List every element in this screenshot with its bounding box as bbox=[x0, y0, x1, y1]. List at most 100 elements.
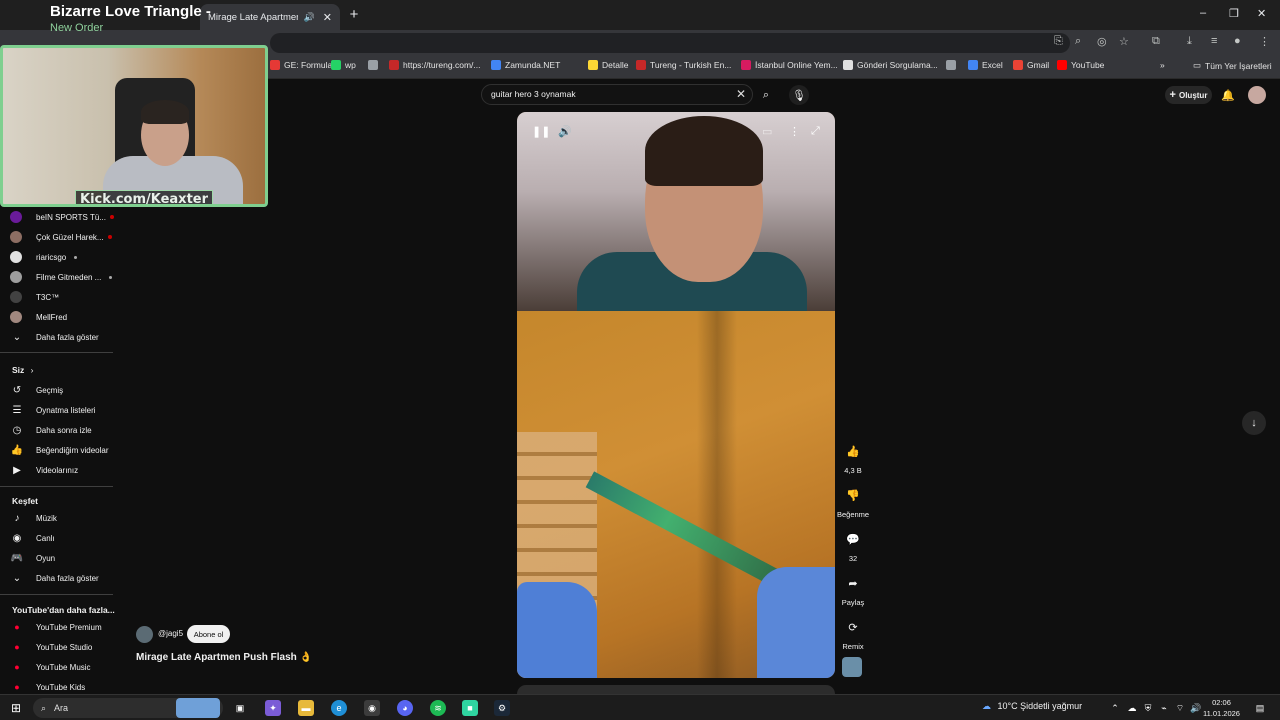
bookmark-item[interactable]: Excel bbox=[968, 60, 1003, 70]
windows-start-icon[interactable]: ⊞ bbox=[8, 700, 24, 716]
bookmark-item[interactable]: GE: Formula... bbox=[270, 60, 339, 70]
tracking-icon[interactable]: ◎ bbox=[1097, 35, 1107, 48]
zoom-icon[interactable]: ⌕ bbox=[1075, 35, 1081, 48]
bookmark-item[interactable]: YouTube bbox=[1057, 60, 1104, 70]
chrome-icon[interactable]: ◉ bbox=[364, 700, 380, 716]
sidebar-item[interactable]: ▶ Videolarınız bbox=[10, 463, 78, 477]
share-action[interactable]: ➦ Paylaş bbox=[837, 569, 869, 608]
maximize-button[interactable]: ❐ bbox=[1229, 7, 1239, 20]
dislike-action[interactable]: 👎 Beğenme bbox=[837, 481, 869, 520]
minimize-button[interactable]: – bbox=[1200, 7, 1206, 19]
task-view-icon[interactable]: ▣ bbox=[232, 700, 248, 716]
bookmark-item[interactable] bbox=[946, 60, 960, 70]
install-icon[interactable]: ⎘ bbox=[1054, 35, 1063, 48]
subscription-item[interactable]: riaricsgo bbox=[10, 250, 78, 264]
arrow-down-icon[interactable]: ↓ bbox=[1242, 411, 1266, 435]
channel-name[interactable]: @jagi5 bbox=[158, 629, 183, 638]
bookmark-item[interactable]: Zamunda.NET bbox=[491, 60, 560, 70]
subscribe-button[interactable]: Abone ol bbox=[187, 625, 230, 643]
chevron-up-icon[interactable]: ⌃ bbox=[1107, 700, 1123, 716]
notifications-icon[interactable]: ▤ bbox=[1252, 700, 1268, 716]
microphone-icon[interactable]: 🎙 bbox=[789, 85, 809, 105]
search-icon[interactable]: ⌕ bbox=[756, 85, 776, 105]
star-icon[interactable]: ☆ bbox=[1119, 35, 1129, 48]
sidebar-item[interactable]: ● YouTube Music bbox=[10, 660, 90, 674]
shorts-video-player[interactable]: ❚❚ 🔊 ▭ ⋮ ⤢ bbox=[517, 112, 835, 678]
sidebar-item[interactable]: ● YouTube Kids bbox=[10, 680, 85, 694]
comment-action[interactable]: 💬 32 bbox=[837, 525, 869, 564]
bookmark-item[interactable]: https://tureng.com/... bbox=[389, 60, 480, 70]
bookmark-item[interactable]: Gmail bbox=[1013, 60, 1049, 70]
copilot-icon[interactable]: ✦ bbox=[265, 700, 281, 716]
sidebar-item[interactable]: ♪ Müzik bbox=[10, 511, 57, 525]
bell-icon[interactable]: 🔔 bbox=[1219, 86, 1237, 104]
download-icon[interactable]: ⤓ bbox=[1187, 35, 1192, 48]
steam-icon[interactable]: ⚙ bbox=[494, 700, 510, 716]
file-explorer-icon[interactable]: ▬ bbox=[298, 700, 314, 716]
subscription-item[interactable]: beIN SPORTS Tü... bbox=[10, 210, 114, 224]
new-tab-button[interactable]: + bbox=[345, 6, 363, 24]
wifi-icon[interactable]: ⌔ bbox=[1172, 700, 1188, 716]
sidebar-item[interactable]: ↺ Geçmiş bbox=[10, 383, 63, 397]
menu-icon[interactable]: ⋮ bbox=[1259, 35, 1270, 48]
cloud-icon[interactable]: ☁ bbox=[1124, 700, 1140, 716]
search-input[interactable]: guitar hero 3 oynamak bbox=[491, 89, 576, 99]
app-icon[interactable]: ■ bbox=[462, 700, 478, 716]
subscription-item[interactable]: T3C™ bbox=[10, 290, 59, 304]
bookmark-item[interactable]: Detalle bbox=[588, 60, 628, 70]
sidebar-item[interactable]: 🎮 Oyun bbox=[10, 551, 55, 565]
volume-icon[interactable]: 🔊 bbox=[1188, 700, 1204, 716]
sidebar-item[interactable]: ● YouTube Premium bbox=[10, 620, 101, 634]
shield-icon[interactable]: ⛨ bbox=[1140, 700, 1156, 716]
extensions-icon[interactable]: ⧉ bbox=[1152, 35, 1160, 48]
remix-icon[interactable]: ⟳ bbox=[839, 613, 867, 641]
address-bar[interactable] bbox=[270, 33, 1070, 53]
sidebar-item[interactable]: ◷ Daha sonra izle bbox=[10, 423, 92, 437]
subscription-item[interactable]: Filme Gitmeden ... bbox=[10, 270, 113, 284]
spotify-icon[interactable]: ≋ bbox=[430, 700, 446, 716]
discord-icon[interactable]: ◕ bbox=[397, 700, 413, 716]
more-bookmarks-icon[interactable]: » bbox=[1160, 60, 1165, 70]
channel-avatar[interactable] bbox=[136, 626, 153, 643]
media-icon[interactable]: ≡ bbox=[1211, 35, 1217, 47]
subscription-item[interactable]: MellFred bbox=[10, 310, 67, 324]
search-box[interactable]: guitar hero 3 oynamak ✕ bbox=[481, 84, 753, 105]
share-icon[interactable]: ➦ bbox=[839, 569, 867, 597]
sidebar-item[interactable]: ● YouTube Studio bbox=[10, 640, 92, 654]
bookmark-item[interactable] bbox=[368, 60, 382, 70]
speaker-icon[interactable]: 🔊 bbox=[304, 12, 315, 23]
close-window-button[interactable]: ✕ bbox=[1257, 7, 1266, 20]
sidebar-item[interactable]: ☰ Oynatma listeleri bbox=[10, 403, 96, 417]
clock[interactable]: 02:06 11.01.2026 bbox=[1203, 697, 1240, 719]
sound-thumbnail[interactable] bbox=[842, 657, 862, 677]
subscription-item[interactable]: Çok Güzel Harek... bbox=[10, 230, 112, 244]
volume-icon[interactable]: 🔊 bbox=[558, 125, 572, 138]
bookmark-item[interactable]: İstanbul Online Yem... bbox=[741, 60, 838, 70]
fullscreen-icon[interactable]: ⤢ bbox=[811, 125, 820, 138]
captions-icon[interactable]: ▭ bbox=[762, 125, 772, 138]
sidebar-item[interactable]: ◉ Canlı bbox=[10, 531, 55, 545]
edge-icon[interactable]: e bbox=[331, 700, 347, 716]
more-options-icon[interactable]: ⋮ bbox=[789, 125, 800, 138]
profile-icon[interactable]: ● bbox=[1234, 35, 1241, 47]
bookmark-item[interactable]: Gönderi Sorgulama... bbox=[843, 60, 938, 70]
comment-icon[interactable]: 💬 bbox=[839, 525, 867, 553]
show-more-subscriptions[interactable]: ⌄ Daha fazla göster bbox=[10, 330, 99, 344]
sidebar-item[interactable]: 👍 Beğendiğim videolar bbox=[10, 443, 109, 457]
all-bookmarks[interactable]: ▭ Tüm Yer İşaretleri bbox=[1193, 60, 1272, 71]
tab-active[interactable]: Mirage Late Apartmen Push 🔊 ✕ bbox=[200, 4, 340, 30]
you-heading[interactable]: Siz › bbox=[12, 365, 34, 375]
avatar[interactable] bbox=[1248, 86, 1266, 104]
like-icon[interactable]: 👍 bbox=[839, 437, 867, 465]
remix-action[interactable]: ⟳ Remix bbox=[837, 613, 869, 652]
show-more-explore[interactable]: ⌄ Daha fazla göster bbox=[10, 571, 99, 585]
usb-icon[interactable]: ⌁ bbox=[1156, 700, 1172, 716]
like-action[interactable]: 👍 4,3 B bbox=[837, 437, 869, 476]
bookmark-item[interactable]: Tureng - Turkish En... bbox=[636, 60, 731, 70]
dislike-icon[interactable]: 👎 bbox=[839, 481, 867, 509]
tab-close-icon[interactable]: ✕ bbox=[323, 11, 332, 24]
clear-search-icon[interactable]: ✕ bbox=[736, 87, 746, 101]
create-button[interactable]: + Oluştur bbox=[1165, 86, 1212, 104]
weather[interactable]: ☁ 10°C Şiddetli yağmur bbox=[982, 701, 1082, 712]
bookmark-item[interactable]: wp bbox=[331, 60, 356, 70]
